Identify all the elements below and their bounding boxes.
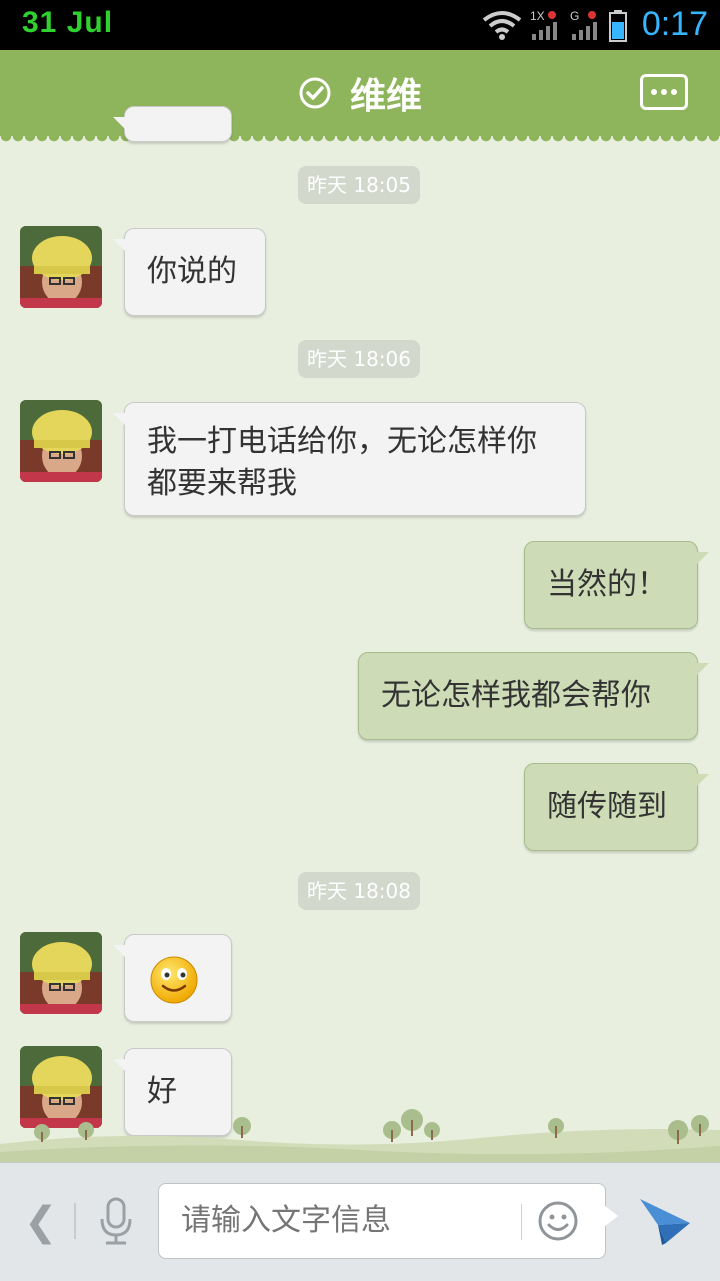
smiley-face-icon[interactable] [537,1200,579,1242]
outgoing-message[interactable]: 无论怎样我都会帮你 [358,652,709,740]
message-text: 无论怎样我都会帮你 [381,678,651,713]
divider [74,1203,76,1239]
outgoing-message[interactable]: 随传随到 [524,763,709,851]
message-input[interactable] [181,1184,511,1258]
incoming-message[interactable]: 你说的 [113,228,266,316]
microphone-icon[interactable] [96,1197,136,1247]
message-text: 当然的！ [547,567,667,602]
timestamp: 昨天 18:08 [298,872,420,910]
message-text: 我一打电话给你，无论怎样你都要来帮我 [147,424,537,501]
avatar[interactable] [20,400,102,482]
divider [521,1204,522,1240]
message-list[interactable]: 昨天 18:05 你说的 昨天 18:06 我一打电话给你，无论怎样你都要来帮我… [0,106,720,1160]
incoming-message[interactable] [113,934,232,1022]
contact-name: 维维 [349,76,422,117]
message-input-box[interactable] [158,1183,618,1259]
more-dots-icon [651,89,677,95]
smiley-emoji-icon [150,956,198,1004]
battery-icon [609,10,627,42]
wifi-icon [482,11,522,40]
status-bar: 31 Jul 1X G 0:17 [0,0,720,50]
outgoing-message[interactable]: 当然的！ [524,541,709,629]
avatar[interactable] [20,932,102,1014]
timestamp: 昨天 18:06 [298,340,420,378]
status-time: 0:17 [641,5,708,43]
message-bubble-partial[interactable] [113,106,232,142]
incoming-message[interactable]: 我一打电话给你，无论怎样你都要来帮我 [113,402,586,516]
more-options-button[interactable] [640,74,688,110]
status-date: 31 Jul [22,6,114,39]
status-icons: 1X G [482,9,627,42]
avatar[interactable] [20,226,102,308]
svg-text:1X: 1X [530,9,545,23]
check-circle-icon [299,77,331,109]
signal-1x-icon: 1X [530,9,557,40]
signal-g-icon: G [570,9,597,40]
paper-plane-icon[interactable] [636,1195,694,1247]
chat-header: 维维 [0,50,720,144]
svg-text:G: G [570,9,579,23]
input-bar: ❮ [0,1162,720,1281]
hills-decoration [0,1109,720,1162]
message-text: 你说的 [147,254,237,289]
message-text: 随传随到 [547,789,667,824]
timestamp: 昨天 18:05 [298,166,420,204]
chevron-left-icon[interactable]: ❮ [24,1199,58,1245]
